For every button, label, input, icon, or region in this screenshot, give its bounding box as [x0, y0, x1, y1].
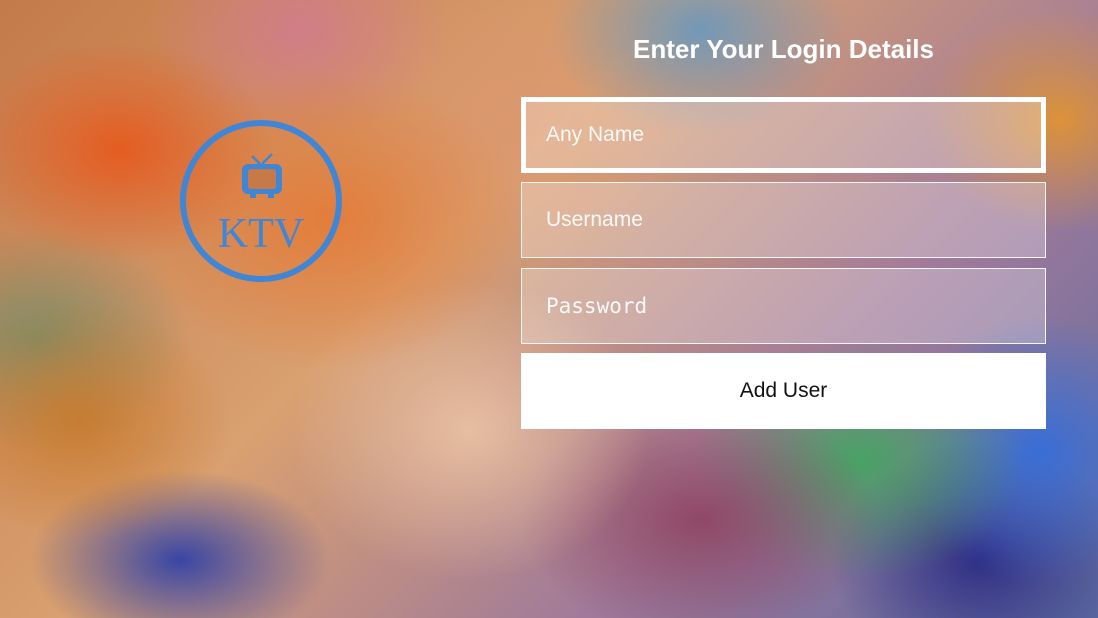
password-field[interactable]: Password	[521, 268, 1046, 344]
username-field[interactable]: Username	[521, 182, 1046, 258]
login-form: Enter Your Login Details Any Name Userna…	[521, 30, 1046, 429]
any-name-field[interactable]: Any Name	[521, 97, 1046, 173]
logo-text: KTV	[217, 211, 305, 257]
add-user-button[interactable]: Add User	[521, 353, 1046, 429]
page-title: Enter Your Login Details	[633, 34, 934, 64]
tv-icon	[242, 153, 282, 198]
ktv-logo: KTV	[180, 120, 342, 282]
